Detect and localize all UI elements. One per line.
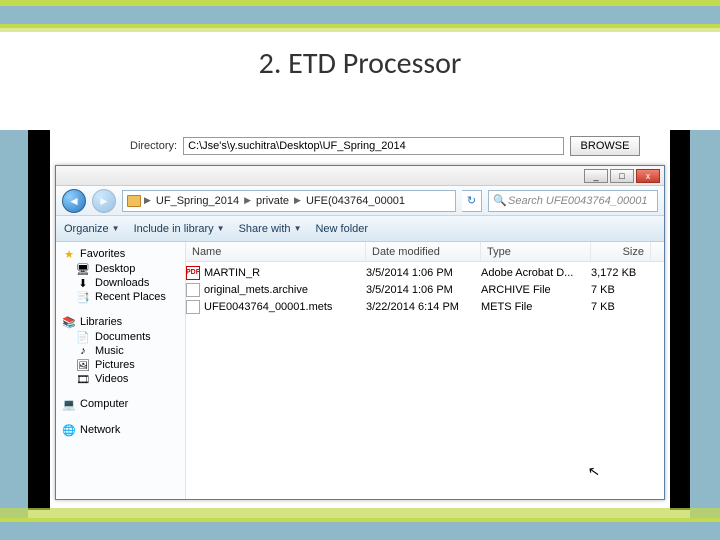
share-with-menu[interactable]: Share with▼: [239, 223, 302, 235]
sidebar-libraries-header[interactable]: 📚Libraries: [56, 314, 185, 330]
breadcrumb-item[interactable]: UF_Spring_2014: [154, 195, 241, 207]
file-name: UFE0043764_00001.mets: [204, 301, 332, 313]
maximize-button[interactable]: □: [610, 169, 634, 183]
explorer-window: _ □ x ◄ ► ▶ UF_Spring_2014 ▶ private ▶ U…: [55, 165, 665, 500]
slide-stripe: [0, 28, 720, 32]
chevron-right-icon: ▶: [144, 195, 151, 206]
chevron-down-icon: ▼: [217, 224, 225, 233]
sidebar-item-music[interactable]: ♪Music: [56, 344, 185, 358]
file-rows: PDF MARTIN_R 3/5/2014 1:06 PMAdobe Acrobat…: [186, 262, 664, 499]
file-name: original_mets.archive: [204, 284, 308, 296]
slide-stripe: [0, 130, 28, 540]
file-size: 7 KB: [591, 284, 651, 296]
recent-icon: 📑: [76, 291, 90, 303]
sidebar: ★Favorites 🖥Desktop ⬇Downloads 📑Recent P…: [56, 242, 186, 499]
search-input[interactable]: 🔍 Search UFE0043764_00001: [488, 190, 658, 212]
sidebar-item-pictures[interactable]: 🖼Pictures: [56, 358, 185, 372]
organize-menu[interactable]: Organize▼: [64, 223, 120, 235]
refresh-button[interactable]: ↻: [462, 190, 482, 212]
chevron-down-icon: ▼: [112, 224, 120, 233]
sidebar-item-documents[interactable]: 📄Documents: [56, 330, 185, 344]
downloads-icon: ⬇: [76, 277, 90, 289]
sidebar-item-downloads[interactable]: ⬇Downloads: [56, 276, 185, 290]
sidebar-network[interactable]: 🌐Network: [56, 422, 185, 438]
computer-icon: 💻: [62, 398, 76, 410]
network-icon: 🌐: [62, 424, 76, 436]
back-button[interactable]: ◄: [62, 189, 86, 213]
music-icon: ♪: [76, 345, 90, 357]
chevron-right-icon: ▶: [244, 195, 251, 206]
column-size[interactable]: Size: [591, 242, 651, 261]
close-button[interactable]: x: [636, 169, 660, 183]
explorer-toolbar: Organize▼ Include in library▼ Share with…: [56, 216, 664, 242]
file-date: 3/22/2014 6:14 PM: [366, 301, 481, 313]
slide-stripe: [690, 130, 720, 540]
sidebar-computer[interactable]: 💻Computer: [56, 396, 185, 412]
slide-black: [28, 130, 50, 510]
file-type: ARCHIVE File: [481, 284, 591, 296]
file-type: Adobe Acrobat D...: [481, 267, 591, 279]
libraries-icon: 📚: [62, 316, 76, 328]
folder-icon: [127, 195, 141, 207]
documents-icon: 📄: [76, 331, 90, 343]
column-type[interactable]: Type: [481, 242, 591, 261]
file-row[interactable]: original_mets.archive 3/5/2014 1:06 PMARC…: [186, 281, 664, 298]
search-icon: 🔍: [493, 194, 505, 207]
breadcrumb-item[interactable]: UFE(043764_00001: [304, 195, 407, 207]
slide-stripe: [0, 522, 720, 540]
explorer-body: ★Favorites 🖥Desktop ⬇Downloads 📑Recent P…: [56, 242, 664, 499]
minimize-button[interactable]: _: [584, 169, 608, 183]
file-icon: [186, 283, 200, 297]
pictures-icon: 🖼: [76, 359, 90, 371]
breadcrumb-item[interactable]: private: [254, 195, 291, 207]
file-row[interactable]: PDF MARTIN_R 3/5/2014 1:06 PMAdobe Acrobat…: [186, 264, 664, 281]
slide-title: 2. ETD Processor: [0, 45, 720, 82]
forward-button[interactable]: ►: [92, 189, 116, 213]
nav-row: ◄ ► ▶ UF_Spring_2014 ▶ private ▶ UFE(043…: [56, 186, 664, 216]
slide-stripe: [0, 6, 720, 24]
slide-stripe: [0, 508, 720, 518]
file-date: 3/5/2014 1:06 PM: [366, 267, 481, 279]
sidebar-item-recent-places[interactable]: 📑Recent Places: [56, 290, 185, 304]
search-placeholder: Search UFE0043764_00001: [508, 195, 647, 207]
star-icon: ★: [62, 248, 76, 260]
slide-black: [670, 130, 690, 510]
desktop-icon: 🖥: [76, 263, 90, 275]
directory-bar: Directory: BROWSE: [130, 135, 640, 157]
column-name[interactable]: Name: [186, 242, 366, 261]
directory-input[interactable]: [183, 137, 564, 155]
sidebar-item-videos[interactable]: 🎞Videos: [56, 372, 185, 386]
pdf-icon: PDF: [186, 266, 200, 280]
file-type: METS File: [481, 301, 591, 313]
include-in-library-menu[interactable]: Include in library▼: [134, 223, 225, 235]
file-size: 3,172 KB: [591, 267, 651, 279]
column-date[interactable]: Date modified: [366, 242, 481, 261]
sidebar-item-desktop[interactable]: 🖥Desktop: [56, 262, 185, 276]
directory-label: Directory:: [130, 140, 177, 152]
column-headers: Name Date modified Type Size: [186, 242, 664, 262]
file-icon: [186, 300, 200, 314]
file-list-area: Name Date modified Type Size PDF MARTIN_R…: [186, 242, 664, 499]
sidebar-favorites-header[interactable]: ★Favorites: [56, 246, 185, 262]
file-date: 3/5/2014 1:06 PM: [366, 284, 481, 296]
chevron-down-icon: ▼: [294, 224, 302, 233]
chevron-right-icon: ▶: [294, 195, 301, 206]
window-titlebar: _ □ x: [56, 166, 664, 186]
breadcrumb[interactable]: ▶ UF_Spring_2014 ▶ private ▶ UFE(043764_…: [122, 190, 456, 212]
videos-icon: 🎞: [76, 373, 90, 385]
browse-button[interactable]: BROWSE: [570, 136, 640, 156]
file-size: 7 KB: [591, 301, 651, 313]
new-folder-button[interactable]: New folder: [315, 223, 368, 235]
file-row[interactable]: UFE0043764_00001.mets 3/22/2014 6:14 PMME…: [186, 298, 664, 315]
file-name: MARTIN_R: [204, 267, 260, 279]
